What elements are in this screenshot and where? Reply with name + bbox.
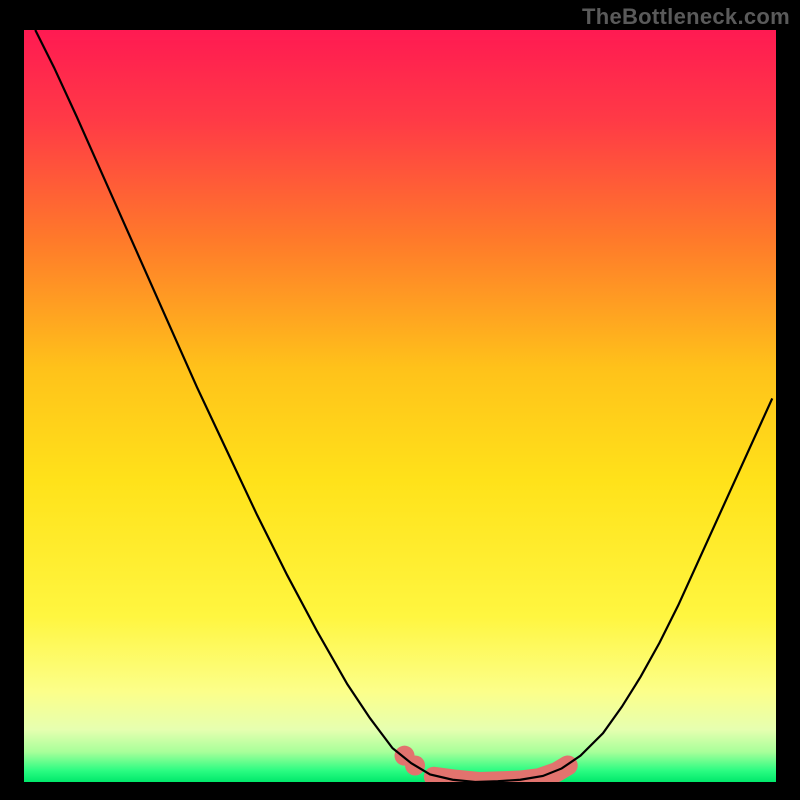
watermark-text: TheBottleneck.com bbox=[582, 4, 790, 30]
plot-background bbox=[24, 30, 776, 782]
bottleneck-chart bbox=[0, 0, 800, 800]
chart-stage: { "watermark": "TheBottleneck.com", "plo… bbox=[0, 0, 800, 800]
